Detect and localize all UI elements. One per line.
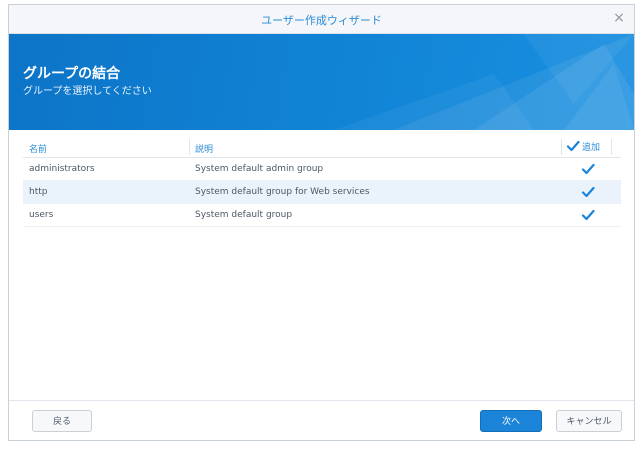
window-title: ユーザー作成ウィザード <box>261 14 382 27</box>
wizard-banner: グループの結合 グループを選択してください <box>9 34 634 130</box>
group-name: administrators <box>29 164 95 174</box>
select-all-checkbox[interactable] <box>566 139 580 153</box>
group-description: System default group for Web services <box>195 187 370 197</box>
add-group-checkbox[interactable] <box>581 208 595 222</box>
table-row[interactable]: http System default group for Web servic… <box>23 181 621 204</box>
header-description[interactable]: 説明 <box>195 142 213 155</box>
column-separator <box>611 139 612 155</box>
group-description: System default admin group <box>195 164 324 174</box>
header-add: 追加 <box>566 139 600 153</box>
column-separator <box>561 139 562 155</box>
wizard-window: ユーザー作成ウィザード × グループの結合 グループを選択してください 名前 説… <box>8 4 635 441</box>
step-title: グループの結合 <box>23 66 121 82</box>
grid-header: 名前 説明 追加 <box>23 137 621 158</box>
group-name: http <box>29 187 48 197</box>
group-grid: 名前 説明 追加 administrators System default a… <box>23 137 621 227</box>
back-button[interactable]: 戻る <box>32 410 92 432</box>
group-description: System default group <box>195 210 293 220</box>
close-button[interactable]: × <box>610 9 628 27</box>
banner-decoration <box>334 34 634 130</box>
group-name: users <box>29 210 54 220</box>
table-row[interactable]: administrators System default admin grou… <box>23 158 621 181</box>
table-row[interactable]: users System default group <box>23 204 621 227</box>
add-group-checkbox[interactable] <box>581 162 595 176</box>
title-bar: ユーザー作成ウィザード × <box>9 5 634 34</box>
add-group-checkbox[interactable] <box>581 185 595 199</box>
wizard-footer: 戻る 次へ キャンセル <box>9 400 634 440</box>
header-add-label: 追加 <box>582 142 601 153</box>
header-name[interactable]: 名前 <box>29 142 47 155</box>
step-subtitle: グループを選択してください <box>23 86 152 97</box>
next-button[interactable]: 次へ <box>480 410 542 432</box>
column-separator <box>189 139 190 155</box>
close-icon: × <box>613 10 625 26</box>
cancel-button[interactable]: キャンセル <box>556 410 622 432</box>
